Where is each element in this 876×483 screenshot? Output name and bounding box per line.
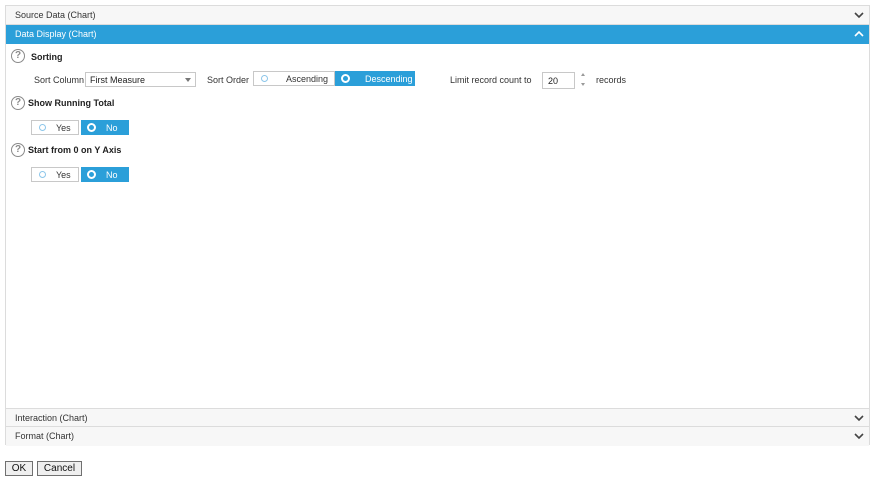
help-icon[interactable]: ? — [11, 143, 25, 157]
data-display-content: ? Sorting Sort Column First Measure Sort… — [6, 44, 869, 408]
accordion-title-source-data: Source Data (Chart) — [15, 10, 96, 20]
running-total-yes-label: Yes — [56, 123, 71, 133]
dropdown-arrow-icon — [185, 78, 191, 82]
sort-order-label: Sort Order — [207, 75, 250, 85]
accordion-header-data-display[interactable]: Data Display (Chart) — [6, 25, 869, 44]
accordion-title-data-display: Data Display (Chart) — [15, 29, 97, 39]
records-label: records — [596, 75, 627, 85]
radio-icon — [39, 171, 46, 178]
chart-properties-panel: Source Data (Chart) Data Display (Chart)… — [5, 5, 870, 446]
accordion-header-source-data[interactable]: Source Data (Chart) — [6, 6, 869, 25]
descending-label: Descending — [365, 74, 413, 84]
running-total-no-label: No — [106, 123, 118, 133]
ascending-label: Ascending — [286, 74, 329, 84]
sort-order-descending-option[interactable]: Descending — [335, 71, 415, 86]
sort-column-label: Sort Column — [34, 75, 85, 85]
accordion-header-interaction[interactable]: Interaction (Chart) — [6, 408, 869, 427]
help-icon[interactable]: ? — [11, 49, 25, 63]
start-zero-yes-label: Yes — [56, 170, 71, 180]
start-zero-title: Start from 0 on Y Axis — [28, 145, 122, 155]
running-total-yes-option[interactable]: Yes — [31, 120, 79, 135]
spinner-down-icon[interactable] — [581, 83, 585, 86]
accordion-header-format[interactable]: Format (Chart) — [6, 427, 869, 446]
limit-record-value: 20 — [548, 76, 559, 86]
chevron-down-icon[interactable] — [853, 430, 865, 442]
start-zero-yes-option[interactable]: Yes — [31, 167, 79, 182]
ok-button[interactable]: OK — [5, 461, 33, 476]
sorting-title: Sorting — [31, 52, 63, 62]
running-total-no-option[interactable]: No — [81, 120, 129, 135]
radio-icon — [261, 75, 268, 82]
radio-icon — [39, 124, 46, 131]
sort-column-value: First Measure — [90, 75, 146, 85]
accordion-title-interaction: Interaction (Chart) — [15, 413, 88, 423]
chevron-up-icon[interactable] — [853, 28, 865, 40]
limit-record-input[interactable]: 20 — [542, 72, 575, 89]
running-total-title: Show Running Total — [28, 98, 115, 108]
help-icon[interactable]: ? — [11, 96, 25, 110]
sort-order-ascending-option[interactable]: Ascending — [253, 71, 335, 86]
chevron-down-icon[interactable] — [853, 412, 865, 424]
accordion-title-format: Format (Chart) — [15, 431, 75, 441]
start-zero-no-label: No — [106, 170, 118, 180]
chevron-down-icon[interactable] — [853, 9, 865, 21]
start-zero-no-option[interactable]: No — [81, 167, 129, 182]
radio-selected-icon — [341, 74, 350, 83]
cancel-button[interactable]: Cancel — [37, 461, 82, 476]
radio-selected-icon — [87, 123, 96, 132]
spinner-up-icon[interactable] — [581, 73, 585, 76]
radio-selected-icon — [87, 170, 96, 179]
limit-record-label: Limit record count to — [450, 75, 532, 85]
sort-column-select[interactable]: First Measure — [85, 72, 196, 87]
